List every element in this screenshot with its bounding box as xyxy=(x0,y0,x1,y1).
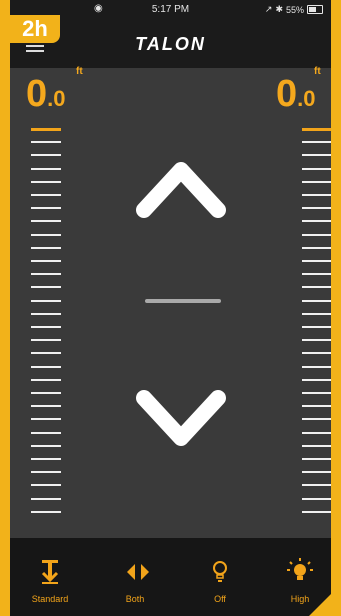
scale-tick xyxy=(31,180,61,183)
scale-tick xyxy=(302,167,331,170)
scale-tick xyxy=(302,484,331,487)
scale-tick xyxy=(31,484,61,487)
scale-tick xyxy=(31,233,61,236)
scale-tick xyxy=(31,220,61,223)
app-screen: ◉ 5:17 PM ↗ ✱ 55% TALON 0.0 ft 0.0 ft St… xyxy=(10,0,331,616)
scale-tick xyxy=(31,471,61,474)
scale-tick xyxy=(31,194,61,196)
scale-tick xyxy=(302,431,331,434)
scale-tick xyxy=(302,141,331,144)
scale-tick xyxy=(302,286,331,289)
tab-both[interactable]: Both xyxy=(95,538,175,616)
scale-tick xyxy=(31,458,61,460)
scale-tick xyxy=(31,260,61,262)
scale-tick xyxy=(302,326,331,328)
right-depth-readout: 0.0 ft xyxy=(276,66,321,115)
bottom-tab-bar: Standard Both Off High xyxy=(10,538,331,616)
scale-tick xyxy=(302,233,331,236)
scale-tick xyxy=(31,378,61,381)
scale-tick xyxy=(302,378,331,381)
bluetooth-icon: ✱ xyxy=(275,4,283,14)
tab-light-off[interactable]: Off xyxy=(180,538,260,616)
tab-standard-label: Standard xyxy=(31,594,69,604)
battery-percent: 55% xyxy=(285,4,304,15)
right-depth-decimal: .0 xyxy=(297,86,316,111)
right-depth-whole: 0 xyxy=(276,73,298,115)
scale-tick xyxy=(302,497,331,500)
scale-tick xyxy=(31,510,61,513)
scale-tick xyxy=(31,167,61,170)
anchor-standard-icon xyxy=(41,560,59,584)
tab-both-label: Both xyxy=(125,594,145,604)
scale-tick xyxy=(31,497,61,500)
status-right: ↗ ✱ 55% xyxy=(265,4,323,15)
scale-tick xyxy=(302,471,331,474)
scale-tick xyxy=(302,405,331,408)
scale-tick xyxy=(302,260,331,262)
scale-tick xyxy=(31,392,61,394)
scale-tick xyxy=(302,444,331,447)
scale-tick xyxy=(302,365,331,368)
left-depth-unit: ft xyxy=(76,66,83,77)
scale-tick xyxy=(31,418,61,421)
scale-tick xyxy=(31,286,61,289)
scale-tick-current xyxy=(302,128,331,131)
scale-tick xyxy=(302,220,331,223)
scale-tick-current xyxy=(31,128,61,131)
tab-off-label: Off xyxy=(214,594,226,604)
bulb-off-icon xyxy=(213,561,227,582)
stop-bar-icon[interactable] xyxy=(145,299,221,303)
battery-icon xyxy=(307,5,323,14)
bulb-high-icon xyxy=(287,558,313,580)
scale-tick xyxy=(31,444,61,447)
scale-tick xyxy=(302,246,331,249)
left-depth-whole: 0 xyxy=(26,73,48,115)
scale-tick xyxy=(302,352,331,355)
scale-tick xyxy=(302,392,331,394)
scale-tick xyxy=(31,365,61,368)
scale-tick xyxy=(302,418,331,421)
scale-tick xyxy=(302,180,331,183)
scale-tick xyxy=(31,431,61,434)
screenshot-frame: ◉ 5:17 PM ↗ ✱ 55% TALON 0.0 ft 0.0 ft St… xyxy=(0,0,341,616)
scale-tick xyxy=(302,154,331,157)
scale-tick xyxy=(31,299,61,302)
scale-tick xyxy=(31,207,61,210)
scale-tick xyxy=(31,352,61,355)
scale-tick xyxy=(302,207,331,210)
scale-tick xyxy=(31,326,61,328)
left-depth-decimal: .0 xyxy=(47,86,66,111)
left-depth-readout: 0.0 ft xyxy=(26,66,83,115)
scale-tick xyxy=(302,194,331,196)
right-depth-unit: ft xyxy=(314,66,321,77)
scale-tick xyxy=(31,141,61,144)
location-icon: ↗ xyxy=(264,4,273,14)
scale-tick xyxy=(302,510,331,513)
scale-tick xyxy=(302,273,331,276)
scale-tick xyxy=(31,405,61,408)
scale-tick xyxy=(302,458,331,460)
scale-tick xyxy=(31,312,61,315)
scale-tick xyxy=(31,246,61,249)
both-arrows-icon xyxy=(127,564,149,580)
scale-tick xyxy=(31,154,61,157)
step-badge: 2h xyxy=(10,15,60,43)
scale-tick xyxy=(302,339,331,342)
scale-tick xyxy=(302,312,331,315)
scale-tick xyxy=(31,339,61,342)
chevron-up-icon[interactable] xyxy=(134,152,228,222)
tab-standard[interactable]: Standard xyxy=(10,538,90,616)
chevron-down-icon[interactable] xyxy=(134,386,228,456)
page-curl-corner xyxy=(309,594,331,616)
scale-tick xyxy=(31,273,61,276)
scale-tick xyxy=(302,299,331,302)
